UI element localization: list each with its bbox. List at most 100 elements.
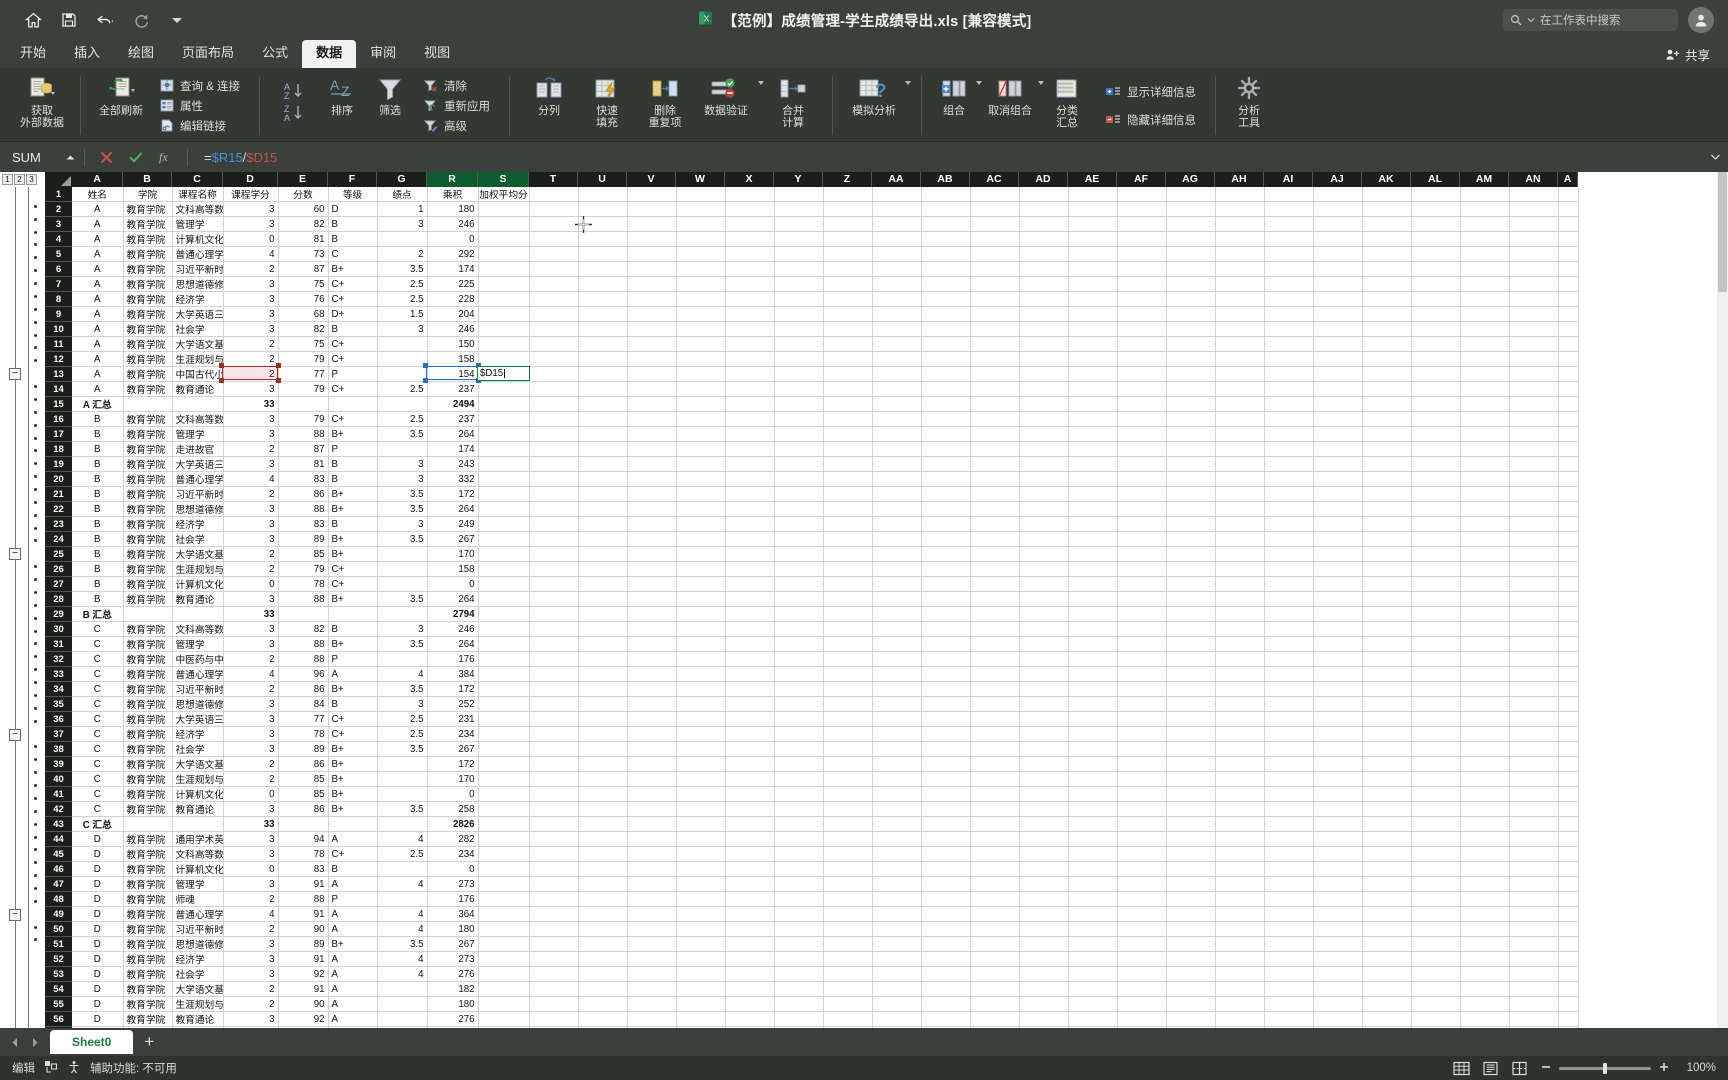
row-header-40[interactable]: 40 xyxy=(45,771,72,787)
cell-AD50[interactable] xyxy=(1019,921,1069,937)
cell-AB52[interactable] xyxy=(921,951,971,967)
cell-R23[interactable]: 249 xyxy=(427,516,479,532)
cell-AI39[interactable] xyxy=(1264,756,1314,772)
cell-G10[interactable]: 3 xyxy=(377,321,428,337)
cell-T14[interactable] xyxy=(529,381,579,397)
cell-A37[interactable] xyxy=(1558,726,1579,742)
cell-F35[interactable]: B xyxy=(328,696,378,712)
cell-R1[interactable]: 乘积 xyxy=(427,187,479,202)
cell-U14[interactable] xyxy=(578,381,628,397)
cell-U19[interactable] xyxy=(578,456,628,472)
cell-G13[interactable] xyxy=(377,366,428,382)
cell-S27[interactable] xyxy=(478,576,530,592)
cell-AF5[interactable] xyxy=(1117,246,1167,262)
cell-B34[interactable]: 教育学院 xyxy=(123,681,173,697)
cell-W57[interactable] xyxy=(676,1026,726,1028)
cell-AN48[interactable] xyxy=(1509,891,1559,907)
cell-S6[interactable] xyxy=(478,261,530,277)
cell-AM19[interactable] xyxy=(1460,456,1510,472)
cell-AF45[interactable] xyxy=(1117,846,1167,862)
ungroup-button[interactable]: 取消组合 xyxy=(982,70,1038,141)
cell-F36[interactable]: C+ xyxy=(328,711,378,727)
cell-AC7[interactable] xyxy=(970,276,1020,292)
cell-E39[interactable]: 86 xyxy=(278,756,329,772)
cell-E7[interactable]: 75 xyxy=(278,276,329,292)
cell-Z25[interactable] xyxy=(823,546,873,562)
cell-A50[interactable] xyxy=(1558,921,1579,937)
cell-AL49[interactable] xyxy=(1411,906,1461,922)
cell-AK24[interactable] xyxy=(1362,531,1412,547)
cell-AC11[interactable] xyxy=(970,336,1020,352)
cell-A41[interactable]: C xyxy=(72,786,124,802)
cell-D34[interactable]: 2 xyxy=(223,681,279,697)
cell-AE6[interactable] xyxy=(1068,261,1118,277)
outline-level-3-button[interactable]: 3 xyxy=(26,174,37,185)
cell-A40[interactable]: C xyxy=(72,771,124,787)
cell-AD6[interactable] xyxy=(1019,261,1069,277)
cell-G16[interactable]: 2.5 xyxy=(377,411,428,427)
cell-F27[interactable]: C+ xyxy=(328,576,378,592)
cell-AD38[interactable] xyxy=(1019,741,1069,757)
cell-AH22[interactable] xyxy=(1215,501,1265,517)
cell-D6[interactable]: 2 xyxy=(223,261,279,277)
cell-Y49[interactable] xyxy=(774,906,824,922)
cell-G9[interactable]: 1.5 xyxy=(377,306,428,322)
cell-AI1[interactable] xyxy=(1264,187,1314,202)
cell-X37[interactable] xyxy=(725,726,775,742)
cell-E6[interactable]: 87 xyxy=(278,261,329,277)
cell-G35[interactable]: 3 xyxy=(377,696,428,712)
cell-B19[interactable]: 教育学院 xyxy=(123,456,173,472)
cell-AJ43[interactable] xyxy=(1313,816,1363,832)
cell-Y53[interactable] xyxy=(774,966,824,982)
cell-Z23[interactable] xyxy=(823,516,873,532)
cell-AI26[interactable] xyxy=(1264,561,1314,577)
cell-S15[interactable] xyxy=(478,396,530,412)
cell-AD37[interactable] xyxy=(1019,726,1069,742)
cell-Z40[interactable] xyxy=(823,771,873,787)
cell-T37[interactable] xyxy=(529,726,579,742)
cell-AN36[interactable] xyxy=(1509,711,1559,727)
cell-AG22[interactable] xyxy=(1166,501,1216,517)
row-header-27[interactable]: 27 xyxy=(45,576,72,592)
cell-AA14[interactable] xyxy=(872,381,922,397)
cell-C24[interactable]: 社会学 xyxy=(172,531,224,547)
cell-A7[interactable] xyxy=(1558,276,1579,292)
cell-AL29[interactable] xyxy=(1411,606,1461,622)
cell-AM13[interactable] xyxy=(1460,366,1510,382)
cell-AF50[interactable] xyxy=(1117,921,1167,937)
cell-W35[interactable] xyxy=(676,696,726,712)
cell-R35[interactable]: 252 xyxy=(427,696,479,712)
cell-AK27[interactable] xyxy=(1362,576,1412,592)
cell-U4[interactable] xyxy=(578,231,628,247)
cell-Z56[interactable] xyxy=(823,1011,873,1027)
row-header-1[interactable]: 1 xyxy=(45,187,72,202)
cell-A28[interactable]: B xyxy=(72,591,124,607)
cell-R25[interactable]: 170 xyxy=(427,546,479,562)
cell-Y36[interactable] xyxy=(774,711,824,727)
cell-U48[interactable] xyxy=(578,891,628,907)
cell-AD28[interactable] xyxy=(1019,591,1069,607)
cell-R13[interactable]: 154 xyxy=(427,366,479,382)
cell-G26[interactable] xyxy=(377,561,428,577)
cell-Y18[interactable] xyxy=(774,441,824,457)
cell-R8[interactable]: 228 xyxy=(427,291,479,307)
cell-B33[interactable]: 教育学院 xyxy=(123,666,173,682)
cell-AE31[interactable] xyxy=(1068,636,1118,652)
cell-T20[interactable] xyxy=(529,471,579,487)
cell-A3[interactable]: A xyxy=(72,216,124,232)
cell-E36[interactable]: 77 xyxy=(278,711,329,727)
cell-A16[interactable] xyxy=(1558,411,1579,427)
cell-AG23[interactable] xyxy=(1166,516,1216,532)
cell-X18[interactable] xyxy=(725,441,775,457)
cell-AC19[interactable] xyxy=(970,456,1020,472)
cell-AH9[interactable] xyxy=(1215,306,1265,322)
cell-E23[interactable]: 83 xyxy=(278,516,329,532)
cell-AC1[interactable] xyxy=(970,187,1020,202)
cell-AG7[interactable] xyxy=(1166,276,1216,292)
cell-C4[interactable]: 计算机文化 xyxy=(172,231,224,247)
cell-A55[interactable] xyxy=(1558,996,1579,1012)
sheet-tab-sheet0[interactable]: Sheet0 xyxy=(50,1030,134,1054)
cell-AJ39[interactable] xyxy=(1313,756,1363,772)
row-header-41[interactable]: 41 xyxy=(45,786,72,802)
avatar[interactable] xyxy=(1688,7,1714,33)
